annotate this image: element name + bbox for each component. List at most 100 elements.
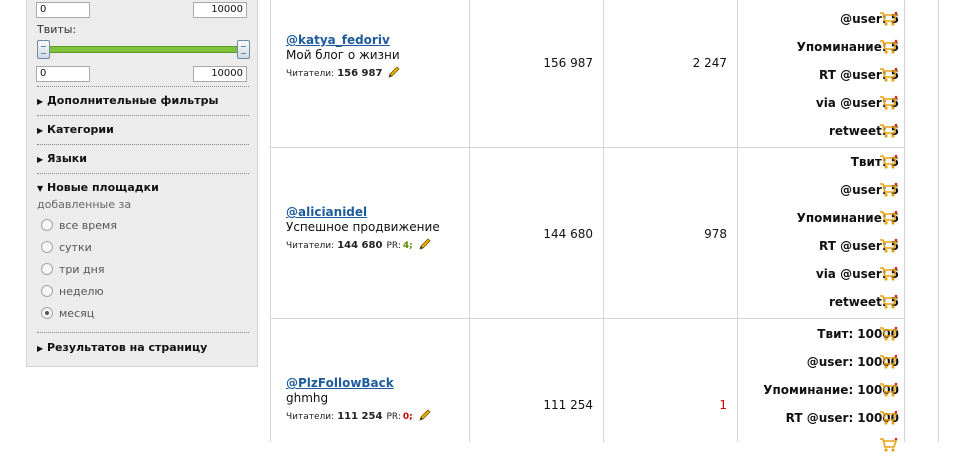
column-divider bbox=[737, 0, 738, 442]
cart-icon[interactable] bbox=[879, 326, 899, 342]
account-link[interactable]: @alicianidel bbox=[286, 205, 367, 219]
followers-cell: 111 254 bbox=[543, 398, 593, 412]
price-label: Упоминание: bbox=[796, 40, 887, 54]
pencil-icon[interactable] bbox=[418, 237, 432, 254]
column-divider bbox=[904, 0, 905, 442]
radio-icon bbox=[41, 219, 53, 231]
divider bbox=[37, 332, 249, 333]
range-max-input[interactable]: 10000 bbox=[193, 2, 247, 18]
cart-icon[interactable] bbox=[879, 294, 899, 310]
filters-sidebar: 0 10000 Твиты: 0 10000 ▶ Дополнительные ф… bbox=[26, 0, 258, 367]
pr-label: PR: bbox=[386, 411, 401, 422]
followers-cell: 144 680 bbox=[543, 227, 593, 241]
pencil-icon[interactable] bbox=[387, 65, 401, 82]
tweets-slider-max-handle[interactable] bbox=[237, 40, 250, 59]
price-label: Упоминание: bbox=[796, 211, 887, 225]
cart-icon[interactable] bbox=[879, 238, 899, 254]
price-label: RT @user: bbox=[785, 411, 854, 425]
row-divider bbox=[270, 318, 904, 319]
cart-icon[interactable] bbox=[879, 182, 899, 198]
price-label: RT @user: bbox=[819, 68, 887, 82]
radio-all-time[interactable]: все время bbox=[41, 218, 117, 232]
section-label: Категории bbox=[47, 123, 114, 136]
cart-icon[interactable] bbox=[879, 354, 899, 370]
readers-info: Читатели: 144 680 PR: 4; bbox=[286, 237, 440, 254]
readers-label: Читатели: bbox=[286, 240, 335, 251]
cart-icon[interactable] bbox=[879, 154, 899, 170]
account-description: Успешное продвижение bbox=[286, 220, 440, 234]
readers-value: 144 680 bbox=[337, 240, 383, 251]
triangle-right-icon: ▶ bbox=[37, 97, 44, 106]
cart-icon[interactable] bbox=[879, 123, 899, 139]
radio-label: сутки bbox=[59, 240, 92, 254]
range-min-input[interactable]: 0 bbox=[36, 2, 90, 18]
cart-icon[interactable] bbox=[879, 410, 899, 426]
cart-icon[interactable] bbox=[879, 67, 899, 83]
tweets-min-input[interactable]: 0 bbox=[36, 66, 90, 82]
radio-icon bbox=[41, 241, 53, 253]
readers-label: Читатели: bbox=[286, 68, 335, 79]
cart-icon[interactable] bbox=[879, 95, 899, 111]
section-results-per-page[interactable]: ▶ Результатов на страницу bbox=[37, 341, 248, 354]
radio-icon bbox=[41, 263, 53, 275]
account-description: ghmhg bbox=[286, 391, 329, 405]
table-row-account: @alicianidel Успешное продвижение Читате… bbox=[286, 205, 440, 254]
radio-icon bbox=[41, 285, 53, 297]
triangle-right-icon: ▶ bbox=[37, 155, 44, 164]
radio-day[interactable]: сутки bbox=[41, 240, 92, 254]
cart-icon[interactable] bbox=[879, 266, 899, 282]
price-label: via @user: bbox=[815, 267, 887, 281]
table-row-account: @katya_fedoriv Мой блог о жизни Читатели… bbox=[286, 33, 401, 82]
row-divider bbox=[270, 147, 904, 148]
column-divider bbox=[469, 0, 470, 442]
section-additional-filters[interactable]: ▶ Дополнительные фильтры bbox=[37, 94, 248, 107]
account-link[interactable]: @katya_fedoriv bbox=[286, 33, 390, 47]
price-label: @user: bbox=[806, 355, 854, 369]
count-cell: 2 247 bbox=[692, 56, 727, 70]
price-label: retweet: bbox=[828, 124, 887, 138]
tweets-slider-min-handle[interactable] bbox=[37, 40, 50, 59]
readers-info: Читатели: 111 254 PR: 0; bbox=[286, 408, 432, 425]
tweets-slider-track[interactable] bbox=[39, 46, 247, 53]
price-label: Упоминание: bbox=[763, 383, 854, 397]
divider bbox=[37, 115, 249, 116]
cart-icon[interactable] bbox=[879, 39, 899, 55]
divider bbox=[37, 173, 249, 174]
added-for-label: добавленные за bbox=[37, 198, 132, 211]
pr-label: PR: bbox=[386, 240, 401, 251]
cart-icon[interactable] bbox=[879, 382, 899, 398]
price-label: via @user: bbox=[815, 96, 887, 110]
account-link[interactable]: @PlzFollowBack bbox=[286, 376, 394, 390]
account-description: Мой блог о жизни bbox=[286, 48, 400, 62]
pencil-icon[interactable] bbox=[418, 408, 432, 425]
cart-icon[interactable] bbox=[879, 437, 899, 453]
divider bbox=[37, 144, 249, 145]
radio-three-days[interactable]: три дня bbox=[41, 262, 104, 276]
divider bbox=[37, 86, 249, 87]
pr-value: 4; bbox=[402, 240, 413, 251]
count-cell: 1 bbox=[719, 398, 727, 412]
tweets-max-input[interactable]: 10000 bbox=[193, 66, 247, 82]
radio-label: неделю bbox=[59, 284, 104, 298]
triangle-right-icon: ▶ bbox=[37, 126, 44, 135]
section-label: Результатов на страницу bbox=[47, 341, 208, 354]
tweets-label: Твиты: bbox=[37, 23, 77, 36]
section-label: Новые площадки bbox=[47, 181, 159, 194]
section-new-sites[interactable]: ▼ Новые площадки bbox=[37, 181, 248, 194]
cart-icon[interactable] bbox=[879, 210, 899, 226]
radio-label: все время bbox=[59, 218, 117, 232]
price-label: Твит: bbox=[817, 327, 854, 341]
column-divider bbox=[603, 0, 604, 442]
price-label: RT @user: bbox=[819, 239, 887, 253]
triangle-right-icon: ▶ bbox=[37, 344, 44, 353]
right-border bbox=[938, 0, 939, 442]
radio-month[interactable]: месяц bbox=[41, 306, 94, 320]
section-label: Языки bbox=[47, 152, 87, 165]
table-row-account: @PlzFollowBack ghmhg Читатели: 111 254 P… bbox=[286, 376, 432, 425]
radio-week[interactable]: неделю bbox=[41, 284, 104, 298]
section-categories[interactable]: ▶ Категории bbox=[37, 123, 248, 136]
cart-icon[interactable] bbox=[879, 11, 899, 27]
radio-label: три дня bbox=[59, 262, 105, 276]
section-languages[interactable]: ▶ Языки bbox=[37, 152, 248, 165]
pr-value: 0; bbox=[402, 411, 413, 422]
